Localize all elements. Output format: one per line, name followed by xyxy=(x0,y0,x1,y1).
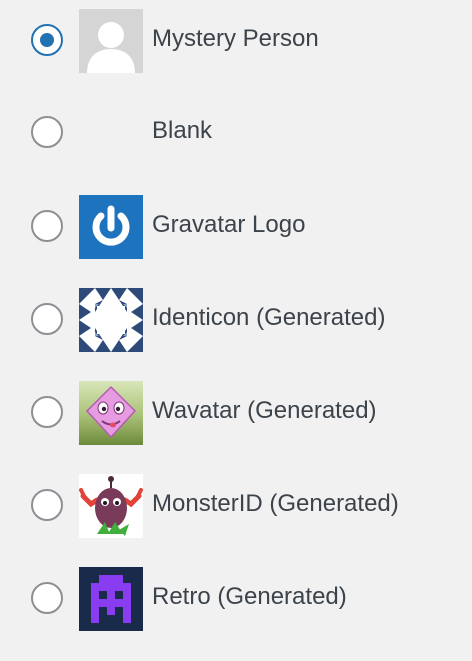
avatar-label-identicon: Identicon (Generated) xyxy=(152,304,386,331)
avatar-label-gravatar-logo: Gravatar Logo xyxy=(152,211,306,238)
retro-icon xyxy=(79,567,143,631)
gravatar-logo-icon xyxy=(79,195,143,259)
avatar-label-wavatar: Wavatar (Generated) xyxy=(152,397,377,424)
avatar-radio-mystery-person[interactable] xyxy=(31,24,63,56)
avatar-radio-wavatar[interactable] xyxy=(31,396,63,428)
avatar-option-blank[interactable]: Blank xyxy=(0,101,472,165)
avatar-option-gravatar-logo[interactable]: Gravatar Logo xyxy=(0,195,472,259)
wavatar-icon xyxy=(79,381,143,445)
avatar-radio-gravatar-logo[interactable] xyxy=(31,210,63,242)
identicon-icon xyxy=(79,288,143,352)
monsterid-icon xyxy=(79,474,143,538)
avatar-radio-blank[interactable] xyxy=(31,116,63,148)
avatar-option-monsterid[interactable]: MonsterID (Generated) xyxy=(0,474,472,538)
avatar-option-mystery-person[interactable]: Mystery Person xyxy=(0,9,472,73)
avatar-label-mystery-person: Mystery Person xyxy=(152,25,319,52)
default-avatar-options: Mystery Person Blank Gravatar Logo Ident… xyxy=(0,0,472,661)
avatar-label-monsterid: MonsterID (Generated) xyxy=(152,490,399,517)
avatar-option-wavatar[interactable]: Wavatar (Generated) xyxy=(0,381,472,445)
blank-avatar xyxy=(79,101,143,165)
avatar-radio-monsterid[interactable] xyxy=(31,489,63,521)
mystery-person-icon xyxy=(79,9,143,73)
avatar-option-retro[interactable]: Retro (Generated) xyxy=(0,567,472,631)
avatar-radio-identicon[interactable] xyxy=(31,303,63,335)
avatar-option-identicon[interactable]: Identicon (Generated) xyxy=(0,288,472,352)
avatar-label-blank: Blank xyxy=(152,117,213,144)
avatar-label-retro: Retro (Generated) xyxy=(152,583,347,610)
avatar-radio-retro[interactable] xyxy=(31,582,63,614)
